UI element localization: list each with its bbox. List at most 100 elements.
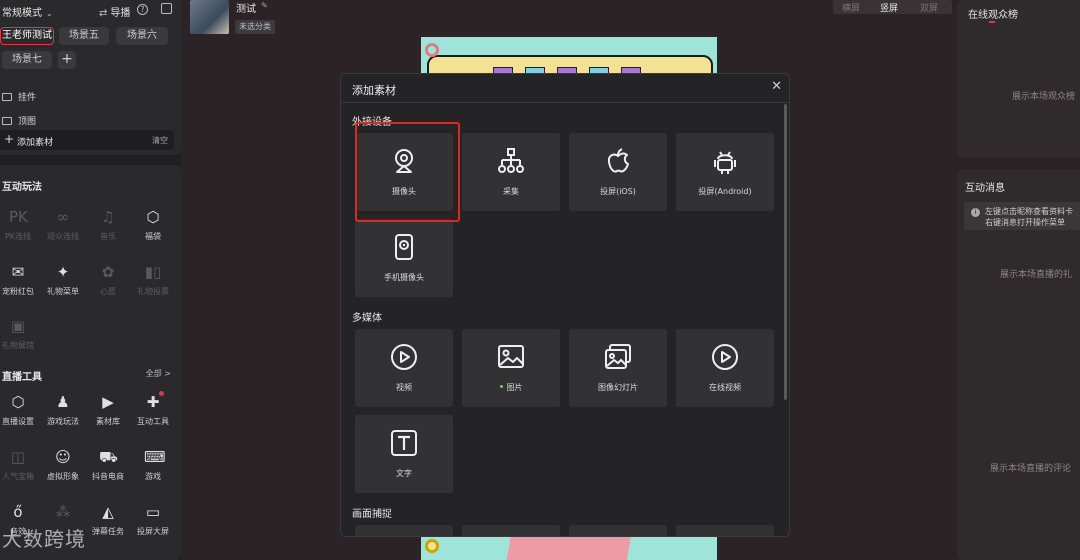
preview-handle-bottom[interactable] xyxy=(425,539,439,553)
lucky-bag-icon: ⬡ xyxy=(146,208,160,226)
card-label-text: 图片 xyxy=(506,383,523,392)
material-card-capture-1[interactable] xyxy=(355,525,453,536)
card-label: 投屏(iOS) xyxy=(600,187,636,196)
tool-gift-menu[interactable]: ✦ 礼物菜单 xyxy=(43,263,83,297)
tool-label: 人气宝箱 xyxy=(2,472,34,481)
tool-label: PK连线 xyxy=(4,232,32,241)
tool-label: 福袋 xyxy=(145,232,161,241)
android-icon xyxy=(714,151,736,174)
slideshow-icon xyxy=(605,344,631,369)
preview-handle-top[interactable] xyxy=(425,43,439,57)
tool-wish[interactable]: ✿ 心愿 xyxy=(88,263,128,297)
add-material-bar: + 添加素材 清空 xyxy=(0,130,174,150)
tool-label: 虚拟形象 xyxy=(47,472,79,481)
tool-gift-vote[interactable]: ▮▯ 礼物投票 xyxy=(133,263,173,297)
mode-selector[interactable]: 常规模式 ⌄ xyxy=(2,4,53,19)
tool-interactive[interactable]: ✚ 互动工具 xyxy=(133,391,173,427)
material-card-capture-2[interactable] xyxy=(462,525,560,536)
material-card-webcam[interactable]: 摄像头 xyxy=(355,133,453,211)
material-card-capture[interactable]: 采集 xyxy=(462,133,560,211)
popout-icon[interactable] xyxy=(161,3,172,14)
tool-virtual-avatar[interactable]: ☺ 虚拟形象 xyxy=(43,448,83,482)
tool-cast-screen[interactable]: ▭ 投屏大屏 xyxy=(133,503,173,537)
add-material-dialog: 添加素材 ✕ 外接设备 摄像头 采集 投屏(iOS) 投屏(Android) 手… xyxy=(340,73,790,537)
card-label: 图片 xyxy=(462,382,560,393)
tab-portrait[interactable]: 竖屏 xyxy=(880,1,898,14)
tool-game-play[interactable]: ♟ 游戏玩法 xyxy=(43,393,83,427)
tool-game[interactable]: ⌨ 游戏 xyxy=(133,448,173,482)
interact-panel: 互动玩法 PK PK连线 ∞ 观众连线 ♫ 音乐 ⬡ 福袋 ✉ 宠粉红包 ✦ 礼物菜单 ✿ 心… xyxy=(0,165,181,560)
tool-ecommerce[interactable]: ⛟ 抖音电商 xyxy=(88,448,128,482)
guide-label: 导播 xyxy=(110,8,131,19)
scene-panel: 常规模式 ⌄ ⇄ 导播 ? 王老师测试 场景五 场景六 场景七 + 挂件 顶图 + … xyxy=(0,0,181,155)
source-item-pendant[interactable]: 挂件 xyxy=(2,90,36,103)
sound-effect-icon: ő xyxy=(13,503,23,521)
help-icon[interactable]: ? xyxy=(137,4,148,15)
tab-landscape[interactable]: 横屏 xyxy=(842,1,860,14)
tool-live-settings[interactable]: ⬡ 直播设置 xyxy=(0,393,38,427)
tool-audience-link[interactable]: ∞ 观众连线 xyxy=(43,208,83,242)
ecommerce-icon: ⛟ xyxy=(99,448,118,466)
viewers-hint: 展示本场观众榜 xyxy=(1012,92,1076,102)
gift-hint: 展示本场直播的礼 xyxy=(1000,270,1073,280)
tool-label: 游戏 xyxy=(145,472,161,481)
material-card-capture-3[interactable] xyxy=(569,525,667,536)
tool-popularity-box[interactable]: ◫ 人气宝箱 xyxy=(0,448,38,482)
notice-text: 左键点击昵称查看资料卡 右键消息打开操作菜单 xyxy=(985,206,1073,228)
tool-lucky-bag[interactable]: ⬡ 福袋 xyxy=(133,208,173,242)
tab-dual[interactable]: 双屏 xyxy=(920,1,938,14)
tool-label: 互动工具 xyxy=(137,417,169,426)
scene-tab-1[interactable]: 王老师测试 xyxy=(0,27,54,45)
section-title-devices: 外接设备 xyxy=(352,117,392,128)
tool-label: 音乐 xyxy=(100,232,116,241)
category-tag[interactable]: 未选分类 xyxy=(235,20,275,34)
tool-label: 弹幕任务 xyxy=(92,527,124,536)
close-icon[interactable]: ✕ xyxy=(771,79,782,94)
dialog-scrollbar[interactable] xyxy=(784,104,787,400)
edit-icon[interactable]: ✎ xyxy=(261,1,268,10)
tool-label: 礼物菜单 xyxy=(47,287,79,296)
add-material-button[interactable]: 添加素材 xyxy=(17,135,53,148)
scene-tab-2[interactable]: 场景五 xyxy=(59,27,109,45)
tool-pk[interactable]: PK PK连线 xyxy=(0,208,38,242)
material-card-online-video[interactable]: 在线视频 xyxy=(676,329,774,407)
material-card-ios-cast[interactable]: 投屏(iOS) xyxy=(569,133,667,211)
clear-button[interactable]: 清空 xyxy=(152,135,168,146)
card-label: 在线视频 xyxy=(709,383,741,392)
material-card-text[interactable]: 文字 xyxy=(355,415,453,493)
material-card-image[interactable]: 图片 xyxy=(462,329,560,407)
popularity-box-icon: ◫ xyxy=(10,448,26,466)
text-icon xyxy=(391,430,417,456)
interact-title: 互动玩法 xyxy=(2,182,42,193)
tool-red-packet[interactable]: ✉ 宠粉红包 xyxy=(0,263,38,297)
layout-tabs: 横屏 竖屏 双屏 xyxy=(833,0,952,14)
message-notice: i 左键点击昵称查看资料卡 右键消息打开操作菜单 xyxy=(964,202,1080,230)
tool-danmaku-task[interactable]: ◭ 弹幕任务 xyxy=(88,503,128,537)
notice-line: 左键点击昵称查看资料卡 xyxy=(985,207,1073,216)
material-card-video[interactable]: 视频 xyxy=(355,329,453,407)
tool-label: 素材库 xyxy=(96,417,120,426)
material-card-phone-camera[interactable]: 手机摄像头 xyxy=(355,219,453,297)
tool-label: 宠粉红包 xyxy=(2,287,34,296)
music-icon: ♫ xyxy=(101,208,115,226)
tool-music[interactable]: ♫ 音乐 xyxy=(88,208,128,242)
material-card-capture-4[interactable] xyxy=(676,525,774,536)
tool-label: 礼物展馆 xyxy=(2,341,34,350)
avatar-figure-icon: ☺ xyxy=(55,448,71,466)
tool-material-library[interactable]: ▶ 素材库 xyxy=(88,393,128,427)
source-item-top-image[interactable]: 顶图 xyxy=(2,114,36,127)
add-scene-button[interactable]: + xyxy=(58,51,76,69)
material-card-slideshow[interactable]: 图像幻灯片 xyxy=(569,329,667,407)
material-card-android-cast[interactable]: 投屏(Android) xyxy=(676,133,774,211)
all-tools-link[interactable]: 全部 > xyxy=(146,368,171,379)
guide-button[interactable]: ⇄ 导播 xyxy=(99,4,130,19)
section-title-screen-capture: 画面捕捉 xyxy=(352,509,392,520)
anchor-avatar[interactable] xyxy=(190,0,229,34)
scene-tab-4[interactable]: 场景七 xyxy=(2,51,52,69)
plus-icon[interactable]: + xyxy=(4,132,14,146)
info-icon: i xyxy=(971,208,980,217)
partial-icon: ⁂ xyxy=(55,503,71,521)
card-label: 手机摄像头 xyxy=(384,273,424,282)
tool-gift-gallery[interactable]: ▣ 礼物展馆 xyxy=(0,317,38,351)
scene-tab-3[interactable]: 场景六 xyxy=(116,27,168,45)
